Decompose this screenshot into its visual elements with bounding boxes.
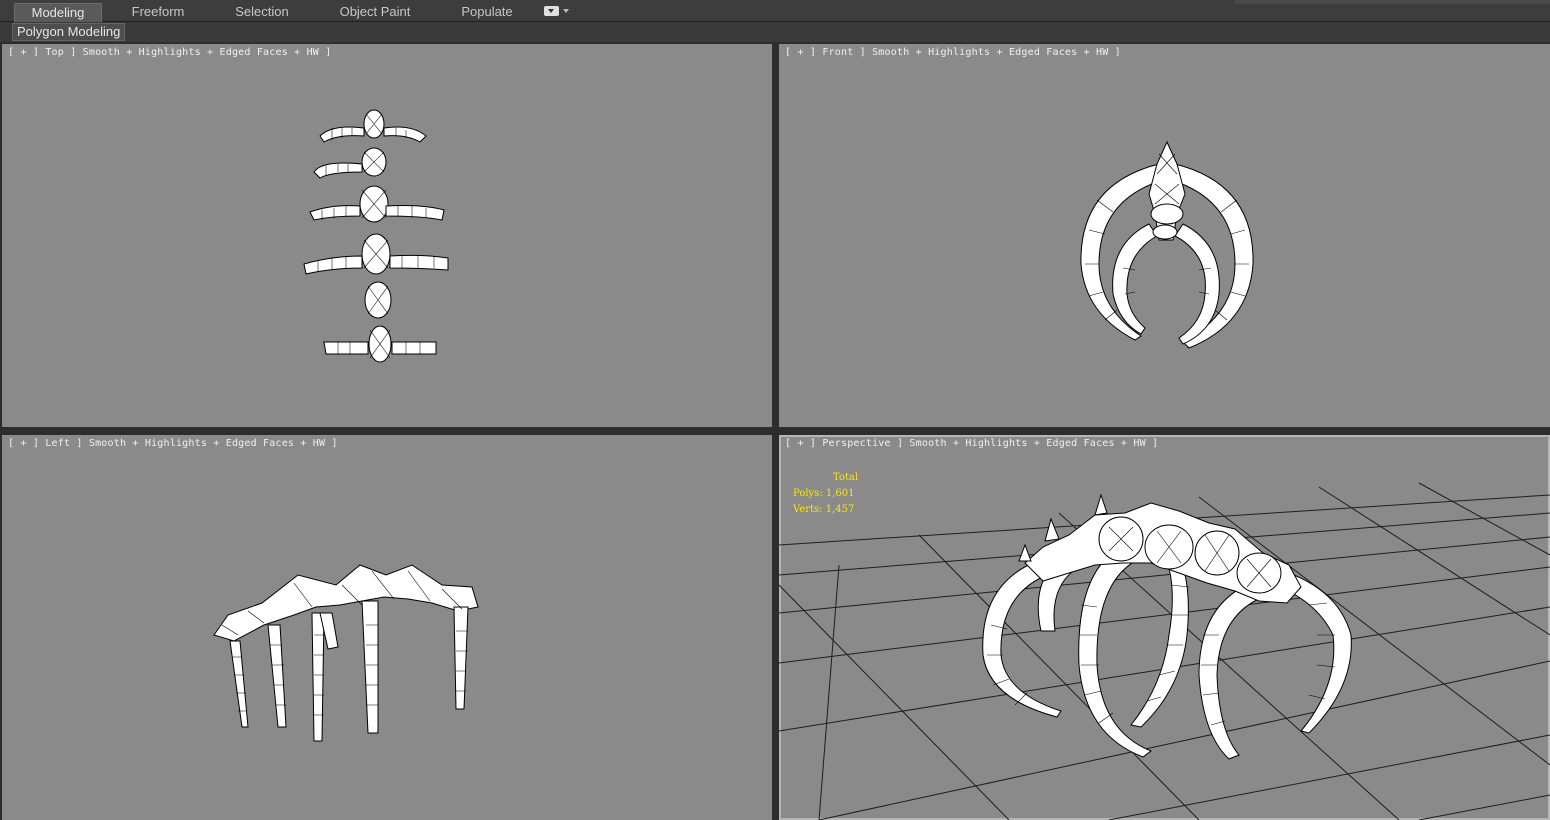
viewport-top[interactable]: [ + ] Top ] Smooth + Highlights + Edged … bbox=[2, 44, 772, 427]
tab-object-paint[interactable]: Object Paint bbox=[330, 3, 420, 22]
ribbon-tab-bar: Modeling Freeform Selection Object Paint… bbox=[0, 0, 1550, 22]
polygon-modeling-panel[interactable]: Polygon Modeling bbox=[12, 23, 126, 41]
tab-populate[interactable]: Populate bbox=[452, 3, 522, 22]
tab-modeling[interactable]: Modeling bbox=[14, 3, 102, 22]
front-view-mesh bbox=[1080, 140, 1254, 349]
chevron-down-icon bbox=[563, 9, 569, 13]
perspective-view-mesh bbox=[779, 482, 1550, 820]
tab-freeform[interactable]: Freeform bbox=[118, 3, 198, 22]
viewport-perspective[interactable]: [ + ] Perspective ] Smooth + Highlights … bbox=[779, 435, 1550, 820]
sub-ribbon: Polygon Modeling bbox=[0, 22, 1550, 42]
ribbon-divider bbox=[1235, 0, 1550, 4]
tab-selection[interactable]: Selection bbox=[222, 3, 302, 22]
viewport-left[interactable]: [ + ] Left ] Smooth + Highlights + Edged… bbox=[2, 435, 772, 820]
ribbon-toggle-icon bbox=[544, 6, 559, 16]
left-view-mesh bbox=[213, 564, 479, 742]
viewport-front[interactable]: [ + ] Front ] Smooth + Highlights + Edge… bbox=[779, 44, 1550, 427]
ribbon-options-dropdown[interactable] bbox=[544, 6, 570, 17]
top-view-mesh bbox=[303, 109, 449, 363]
